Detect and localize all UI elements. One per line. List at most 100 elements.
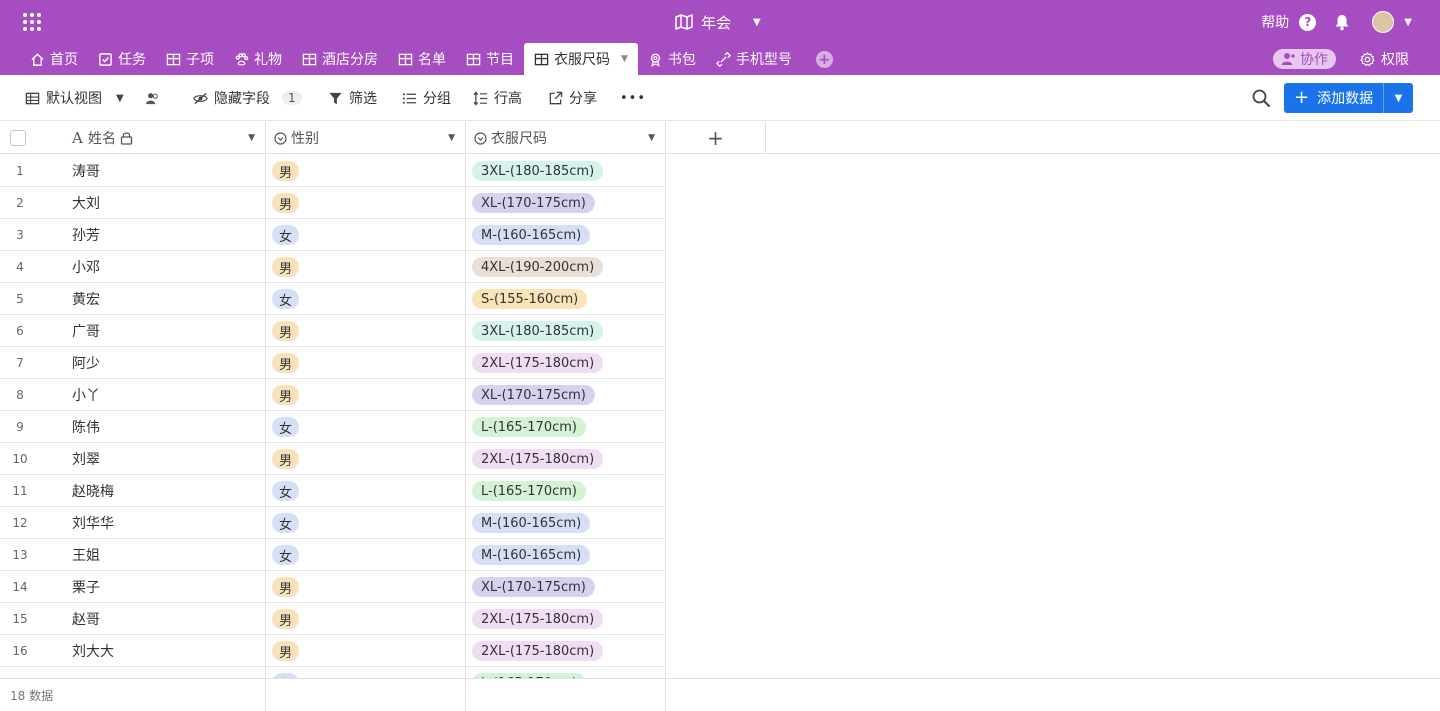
name-cell[interactable]: 刘华华 [72, 507, 114, 539]
name-cell[interactable]: 王姐 [72, 539, 100, 571]
size-tag[interactable]: 3XL-(180-185cm) [472, 161, 604, 181]
gender-tag[interactable]: 女 [272, 513, 300, 533]
gender-tag[interactable]: 男 [272, 193, 300, 213]
gender-tag[interactable]: 女 [272, 417, 300, 437]
gender-tag[interactable]: 男 [272, 257, 300, 277]
tab-schoolbag[interactable]: 书包 [638, 43, 706, 75]
name-cell[interactable]: 阿少 [72, 347, 100, 379]
collaborate-button[interactable]: 协作 [1273, 49, 1336, 69]
gender-tag[interactable]: 女 [272, 225, 300, 245]
table-row[interactable]: 5 黄宏 女 S-(155-160cm) [0, 283, 666, 315]
table-row[interactable]: 17女L-(165-170cm) [0, 667, 666, 678]
gender-tag[interactable]: 男 [272, 161, 300, 181]
table-row[interactable]: 14 栗子 男 XL-(170-175cm) [0, 571, 666, 603]
table-row[interactable]: 16 刘大大 男 2XL-(175-180cm) [0, 635, 666, 667]
name-cell[interactable]: 陈伟 [72, 411, 100, 443]
table-row[interactable]: 1 涛哥 男 3XL-(180-185cm) [0, 155, 666, 187]
gender-tag[interactable]: 男 [272, 577, 300, 597]
size-tag[interactable]: 2XL-(175-180cm) [472, 353, 604, 373]
column-header-name[interactable]: A 姓名 ▼ [0, 122, 266, 154]
size-tag[interactable]: XL-(170-175cm) [472, 577, 595, 597]
size-tag[interactable]: S-(155-160cm) [472, 289, 588, 309]
view-selector[interactable]: 默认视图 ▼ [25, 87, 124, 109]
size-tag[interactable]: XL-(170-175cm) [472, 193, 595, 213]
table-row[interactable]: 3 孙芳 女 M-(160-165cm) [0, 219, 666, 251]
table-row[interactable]: 15 赵哥 男 2XL-(175-180cm) [0, 603, 666, 635]
bell-icon[interactable] [1334, 14, 1350, 31]
size-tag[interactable]: 2XL-(175-180cm) [472, 449, 604, 469]
size-tag[interactable]: 2XL-(175-180cm) [472, 641, 604, 661]
table-row[interactable]: 2 大刘 男 XL-(170-175cm) [0, 187, 666, 219]
column-header-size[interactable]: 衣服尺码 ▼ [466, 122, 666, 154]
gender-tag[interactable]: 男 [272, 353, 300, 373]
help-label[interactable]: 帮助 [1261, 12, 1289, 32]
help-icon[interactable]: ? [1299, 13, 1317, 31]
size-tag[interactable]: M-(160-165cm) [472, 225, 591, 245]
add-tab-button[interactable]: + [815, 51, 833, 68]
app-title-switcher[interactable]: 年会 ▼ [675, 10, 761, 34]
add-data-dropdown[interactable]: ▼ [1383, 83, 1413, 113]
gender-tag[interactable]: 男 [272, 641, 300, 661]
gender-tag[interactable]: 男 [272, 609, 300, 629]
gender-tag[interactable]: 男 [272, 321, 300, 341]
size-tag[interactable]: M-(160-165cm) [472, 513, 591, 533]
size-tag[interactable]: M-(160-165cm) [472, 545, 591, 565]
chevron-down-icon[interactable]: ▼ [448, 133, 455, 143]
column-header-gender[interactable]: 性别 ▼ [266, 122, 466, 154]
name-cell[interactable]: 小丫 [72, 379, 100, 411]
name-cell[interactable]: 刘翠 [72, 443, 100, 475]
size-tag[interactable]: L-(165-170cm) [472, 417, 586, 437]
view-members-button[interactable] [145, 87, 160, 109]
size-tag[interactable]: 3XL-(180-185cm) [472, 321, 604, 341]
tab-clothing-sizes[interactable]: 衣服尺码 ▼ [524, 43, 638, 75]
gender-tag[interactable]: 女 [272, 481, 300, 501]
tab-home[interactable]: 首页 [20, 43, 88, 75]
size-tag[interactable]: 4XL-(190-200cm) [472, 257, 604, 277]
chevron-down-icon[interactable]: ▼ [621, 54, 628, 64]
hide-fields-button[interactable]: 隐藏字段 1 [193, 87, 302, 109]
table-row[interactable]: 6 广哥 男 3XL-(180-185cm) [0, 315, 666, 347]
table-row[interactable]: 10 刘翠 男 2XL-(175-180cm) [0, 443, 666, 475]
tab-roster[interactable]: 名单 [388, 43, 456, 75]
table-row[interactable]: 9 陈伟 女 L-(165-170cm) [0, 411, 666, 443]
name-cell[interactable]: 赵晓梅 [72, 475, 114, 507]
row-height-button[interactable]: 行高 [473, 87, 522, 109]
chevron-down-icon[interactable]: ▼ [648, 133, 655, 143]
chevron-down-icon[interactable]: ▼ [1404, 17, 1412, 28]
chevron-down-icon[interactable]: ▼ [248, 133, 255, 143]
size-tag[interactable]: 2XL-(175-180cm) [472, 609, 604, 629]
size-tag[interactable]: XL-(170-175cm) [472, 385, 595, 405]
size-tag[interactable]: L-(165-170cm) [472, 481, 586, 501]
table-row[interactable]: 7 阿少 男 2XL-(175-180cm) [0, 347, 666, 379]
table-row[interactable]: 13 王姐 女 M-(160-165cm) [0, 539, 666, 571]
select-all-checkbox[interactable] [10, 130, 26, 146]
filter-button[interactable]: 筛选 [328, 87, 377, 109]
name-cell[interactable]: 黄宏 [72, 283, 100, 315]
gender-tag[interactable]: 女 [272, 289, 300, 309]
gender-tag[interactable]: 男 [272, 449, 300, 469]
gender-tag[interactable]: 女 [272, 545, 300, 565]
name-cell[interactable]: 赵哥 [72, 603, 100, 635]
tab-tasks[interactable]: 任务 [88, 43, 156, 75]
gender-tag[interactable]: 男 [272, 385, 300, 405]
name-cell[interactable]: 孙芳 [72, 219, 100, 251]
name-cell[interactable]: 小邓 [72, 251, 100, 283]
name-cell[interactable]: 栗子 [72, 571, 100, 603]
name-cell[interactable]: 广哥 [72, 315, 100, 347]
table-row[interactable]: 11 赵晓梅 女 L-(165-170cm) [0, 475, 666, 507]
tab-subitems[interactable]: 子项 [156, 43, 224, 75]
more-options-button[interactable]: ••• [620, 87, 646, 109]
apps-grid-icon[interactable] [22, 12, 42, 32]
group-button[interactable]: 分组 [402, 87, 451, 109]
name-cell[interactable]: 刘大大 [72, 635, 114, 667]
add-column-button[interactable]: + [666, 122, 766, 154]
table-row[interactable]: 8 小丫 男 XL-(170-175cm) [0, 379, 666, 411]
search-icon[interactable] [1251, 88, 1271, 108]
table-row[interactable]: 4 小邓 男 4XL-(190-200cm) [0, 251, 666, 283]
share-button[interactable]: 分享 [548, 87, 597, 109]
permissions-button[interactable]: 权限 [1360, 48, 1409, 70]
tab-hotel-rooms[interactable]: 酒店分房 [292, 43, 388, 75]
name-cell[interactable]: 大刘 [72, 187, 100, 219]
add-data-button[interactable]: + 添加数据 ▼ [1284, 83, 1413, 113]
tab-programs[interactable]: 节目 [456, 43, 524, 75]
